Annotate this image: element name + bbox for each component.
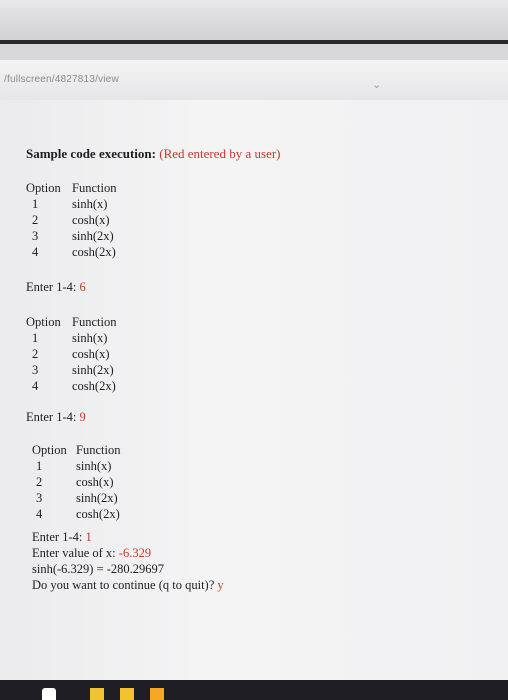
- page-heading: Sample code execution: (Red entered by a…: [26, 146, 281, 162]
- function-name: cosh(x): [72, 347, 110, 361]
- function-name: sinh(2x): [76, 491, 118, 505]
- taskbar: [0, 680, 508, 700]
- function-name: cosh(2x): [76, 507, 120, 521]
- option-header: Option: [26, 181, 61, 195]
- function-name: sinh(x): [76, 459, 112, 473]
- prompt-text: Enter 1-4:: [26, 280, 77, 294]
- option-number: 4: [32, 379, 39, 393]
- function-header: Function: [72, 315, 117, 329]
- heading-note: (Red entered by a user): [159, 146, 281, 161]
- function-name: sinh(2x): [72, 229, 114, 243]
- function-name: sinh(x): [72, 197, 108, 211]
- continue-input: y: [217, 578, 224, 592]
- option-number: 1: [36, 459, 43, 473]
- value-line: Enter value of x: -6.329: [32, 546, 151, 561]
- prompt-text: Enter 1-4:: [26, 410, 77, 424]
- option-number: 1: [32, 331, 39, 345]
- function-name: cosh(x): [76, 475, 114, 489]
- user-input: 1: [85, 530, 92, 544]
- option-number: 2: [32, 347, 39, 361]
- app-icon[interactable]: [150, 688, 164, 700]
- option-number: 3: [36, 491, 43, 505]
- option-number: 2: [36, 475, 43, 489]
- address-url[interactable]: /fullscreen/4827813/view: [4, 74, 119, 85]
- value-input: -6.329: [118, 546, 152, 560]
- bezel-edge: [0, 40, 508, 44]
- continue-line: Do you want to continue (q to quit)? y: [32, 578, 224, 593]
- taskbar-app-icon[interactable]: [42, 688, 56, 700]
- prompt-line-3: Enter 1-4: 1: [32, 530, 92, 545]
- folder-icon[interactable]: [90, 688, 104, 700]
- option-number: 4: [32, 245, 39, 259]
- function-header: Function: [72, 181, 117, 195]
- option-number: 1: [32, 197, 39, 211]
- function-name: cosh(x): [72, 213, 110, 227]
- continue-prompt: Do you want to continue (q to quit)?: [32, 578, 215, 592]
- prompt-text: Enter 1-4:: [32, 530, 83, 544]
- option-number: 3: [32, 363, 39, 377]
- heading-bold: Sample code execution:: [26, 146, 156, 161]
- function-header: Function: [76, 443, 121, 457]
- option-number: 2: [32, 213, 39, 227]
- folder-icon[interactable]: [120, 688, 134, 700]
- function-name: cosh(2x): [72, 245, 116, 259]
- function-name: cosh(2x): [72, 379, 116, 393]
- function-name: sinh(2x): [72, 363, 114, 377]
- option-number: 3: [32, 229, 39, 243]
- option-header: Option: [32, 443, 67, 457]
- option-header: Option: [26, 315, 61, 329]
- function-name: sinh(x): [72, 331, 108, 345]
- user-input: 9: [79, 410, 86, 424]
- user-input: 6: [79, 280, 86, 294]
- monitor-bezel: [0, 0, 508, 44]
- chevron-down-icon[interactable]: ⌄: [372, 78, 381, 91]
- result-line: sinh(-6.329) = -280.29697: [32, 562, 165, 576]
- value-prompt: Enter value of x:: [32, 546, 116, 560]
- prompt-line-1: Enter 1-4: 6: [26, 280, 86, 295]
- option-number: 4: [36, 507, 43, 521]
- prompt-line-2: Enter 1-4: 9: [26, 410, 86, 425]
